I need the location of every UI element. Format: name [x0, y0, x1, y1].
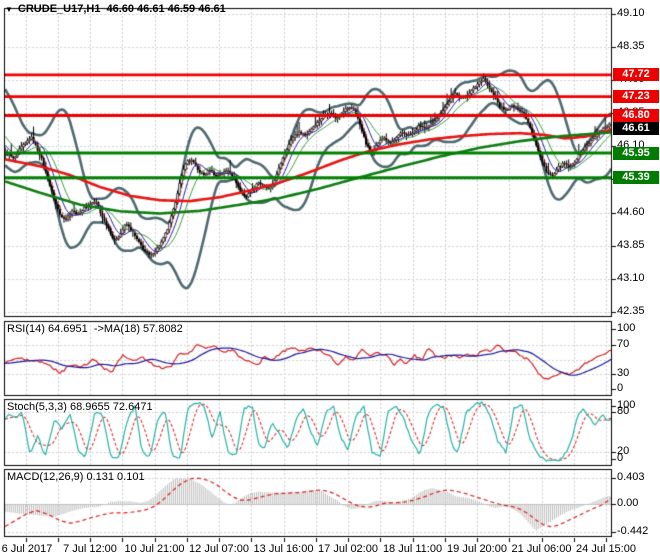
rsi-axis-label: 30 [617, 367, 630, 380]
date-axis-label: 24 Jul 15:00 [576, 543, 636, 555]
price-level-badge: 46.61 [613, 122, 659, 135]
price-axis-label: 44.60 [617, 205, 645, 218]
date-axis-label: 19 Jul 20:00 [447, 543, 507, 555]
date-axis-label: 7 Jul 12:00 [63, 543, 117, 555]
price-axis-label: 43.85 [617, 238, 645, 251]
rsi-indicator-label: RSI(14) 64.6951 ->MA(18) 57.8082 [7, 323, 183, 335]
rsi-axis-label: 100 [617, 322, 636, 334]
macd-indicator-label: MACD(12,26,9) 0.131 0.101 [7, 471, 145, 483]
mt4-chart-window: ▼ CRUDE_U17,H1 46.60 46.61 46.59 46.61 R… [0, 0, 660, 560]
stoch-axis-label: 80 [617, 404, 630, 417]
price-axis-label: 43.10 [617, 271, 645, 284]
price-level-badge: 47.23 [613, 90, 659, 104]
dropdown-arrow-icon[interactable]: ▼ [5, 5, 13, 14]
macd-axis-label: -0.442 [617, 525, 649, 538]
price-level-badge: 45.95 [613, 146, 659, 160]
date-axis-label: 10 Jul 21:00 [124, 543, 185, 555]
stoch-indicator-label: Stoch(5,3,3) 68.9655 72.6471 [7, 401, 153, 413]
date-axis-label: 6 Jul 2017 [1, 543, 53, 555]
chart-header: ▼ CRUDE_U17,H1 46.60 46.61 46.59 46.61 [5, 2, 226, 16]
date-axis-label: 21 Jul 06:00 [511, 543, 572, 555]
rsi-axis-label: 70 [617, 338, 630, 351]
date-axis-label: 12 Jul 07:00 [189, 543, 249, 555]
price-level-badge: 45.39 [613, 171, 659, 185]
price-level-badge: 46.80 [613, 109, 659, 122]
ohlc-quote-label: 46.60 46.61 46.59 46.61 [106, 3, 226, 15]
symbol-period-label: CRUDE_U17,H1 [17, 3, 101, 15]
macd-axis-label: 0.403 [617, 471, 645, 484]
rsi-axis-label: 0 [617, 382, 624, 394]
date-axis-label: 18 Jul 11:00 [382, 543, 443, 555]
price-axis-label: 49.10 [617, 7, 645, 19]
date-axis-label: 13 Jul 16:00 [253, 543, 314, 555]
price-axis-label: 42.35 [617, 304, 645, 317]
date-axis-label: 17 Jul 02:00 [318, 543, 378, 555]
price-axis-label: 48.35 [617, 40, 645, 53]
stoch-axis-label: 0 [617, 452, 624, 464]
macd-axis-label: 0.00 [617, 497, 639, 509]
price-level-badge: 47.72 [613, 68, 659, 82]
